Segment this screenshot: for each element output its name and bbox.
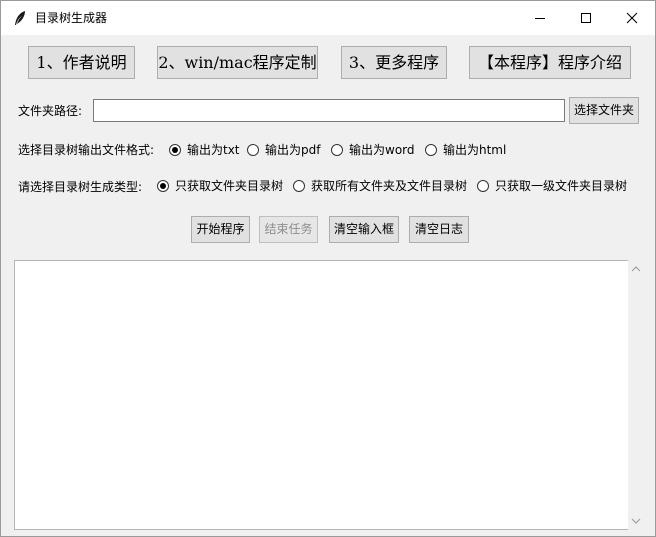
tree-type-folders-only[interactable]: 只获取文件夹目录树 — [157, 178, 283, 194]
scroll-up-icon[interactable] — [631, 264, 641, 274]
format-option-txt[interactable]: 输出为txt — [169, 142, 240, 158]
radio-icon — [293, 180, 305, 192]
author-info-button[interactable]: 1、作者说明 — [28, 46, 135, 79]
radio-label: 只获取文件夹目录树 — [175, 179, 284, 193]
radio-label: 获取所有文件夹及文件目录树 — [311, 179, 468, 193]
stop-button[interactable]: 结束任务 — [259, 216, 318, 243]
title-bar: 目录树生成器 — [1, 1, 655, 35]
choose-folder-button[interactable]: 选择文件夹 — [569, 97, 639, 124]
radio-label: 只获取一级文件夹目录树 — [495, 179, 628, 193]
folder-path-input[interactable] — [93, 99, 565, 122]
scroll-down-icon[interactable] — [631, 516, 641, 526]
radio-selected-icon — [157, 180, 169, 192]
clear-log-button[interactable]: 清空日志 — [409, 216, 469, 243]
folder-path-label: 文件夹路径: — [18, 104, 83, 118]
start-button[interactable]: 开始程序 — [191, 216, 250, 243]
close-icon — [626, 12, 638, 24]
program-intro-button[interactable]: 【本程序】程序介绍 — [469, 46, 631, 79]
log-scrollbar[interactable] — [628, 260, 644, 530]
radio-icon — [477, 180, 489, 192]
format-option-html[interactable]: 输出为html — [425, 142, 506, 158]
more-programs-button[interactable]: 3、更多程序 — [341, 46, 447, 79]
format-label: 选择目录树输出文件格式: — [18, 143, 155, 157]
radio-selected-icon — [169, 144, 181, 156]
window-title: 目录树生成器 — [35, 11, 108, 25]
maximize-icon — [581, 13, 591, 23]
format-option-pdf[interactable]: 输出为pdf — [247, 142, 320, 158]
format-option-word[interactable]: 输出为word — [331, 142, 415, 158]
tree-type-label: 请选择目录树生成类型: — [18, 180, 143, 194]
tree-type-first-level[interactable]: 只获取一级文件夹目录树 — [477, 178, 627, 194]
radio-label: 输出为txt — [187, 143, 240, 157]
clear-input-button[interactable]: 清空输入框 — [329, 216, 399, 243]
close-button[interactable] — [609, 1, 655, 35]
feather-icon — [13, 10, 27, 26]
radio-icon — [425, 144, 437, 156]
radio-label: 输出为word — [349, 143, 415, 157]
minimize-icon — [535, 18, 545, 19]
radio-icon — [331, 144, 343, 156]
custom-program-button[interactable]: 2、win/mac程序定制 — [157, 46, 318, 79]
radio-label: 输出为html — [443, 143, 507, 157]
radio-icon — [247, 144, 259, 156]
maximize-button[interactable] — [563, 1, 609, 35]
radio-label: 输出为pdf — [265, 143, 321, 157]
app-window: 目录树生成器 1、作者说明 2、win/mac程序定制 3、更多程序 【本程序】… — [0, 0, 656, 537]
log-textarea[interactable] — [14, 260, 630, 530]
minimize-button[interactable] — [517, 1, 563, 35]
tree-type-all[interactable]: 获取所有文件夹及文件目录树 — [293, 178, 467, 194]
